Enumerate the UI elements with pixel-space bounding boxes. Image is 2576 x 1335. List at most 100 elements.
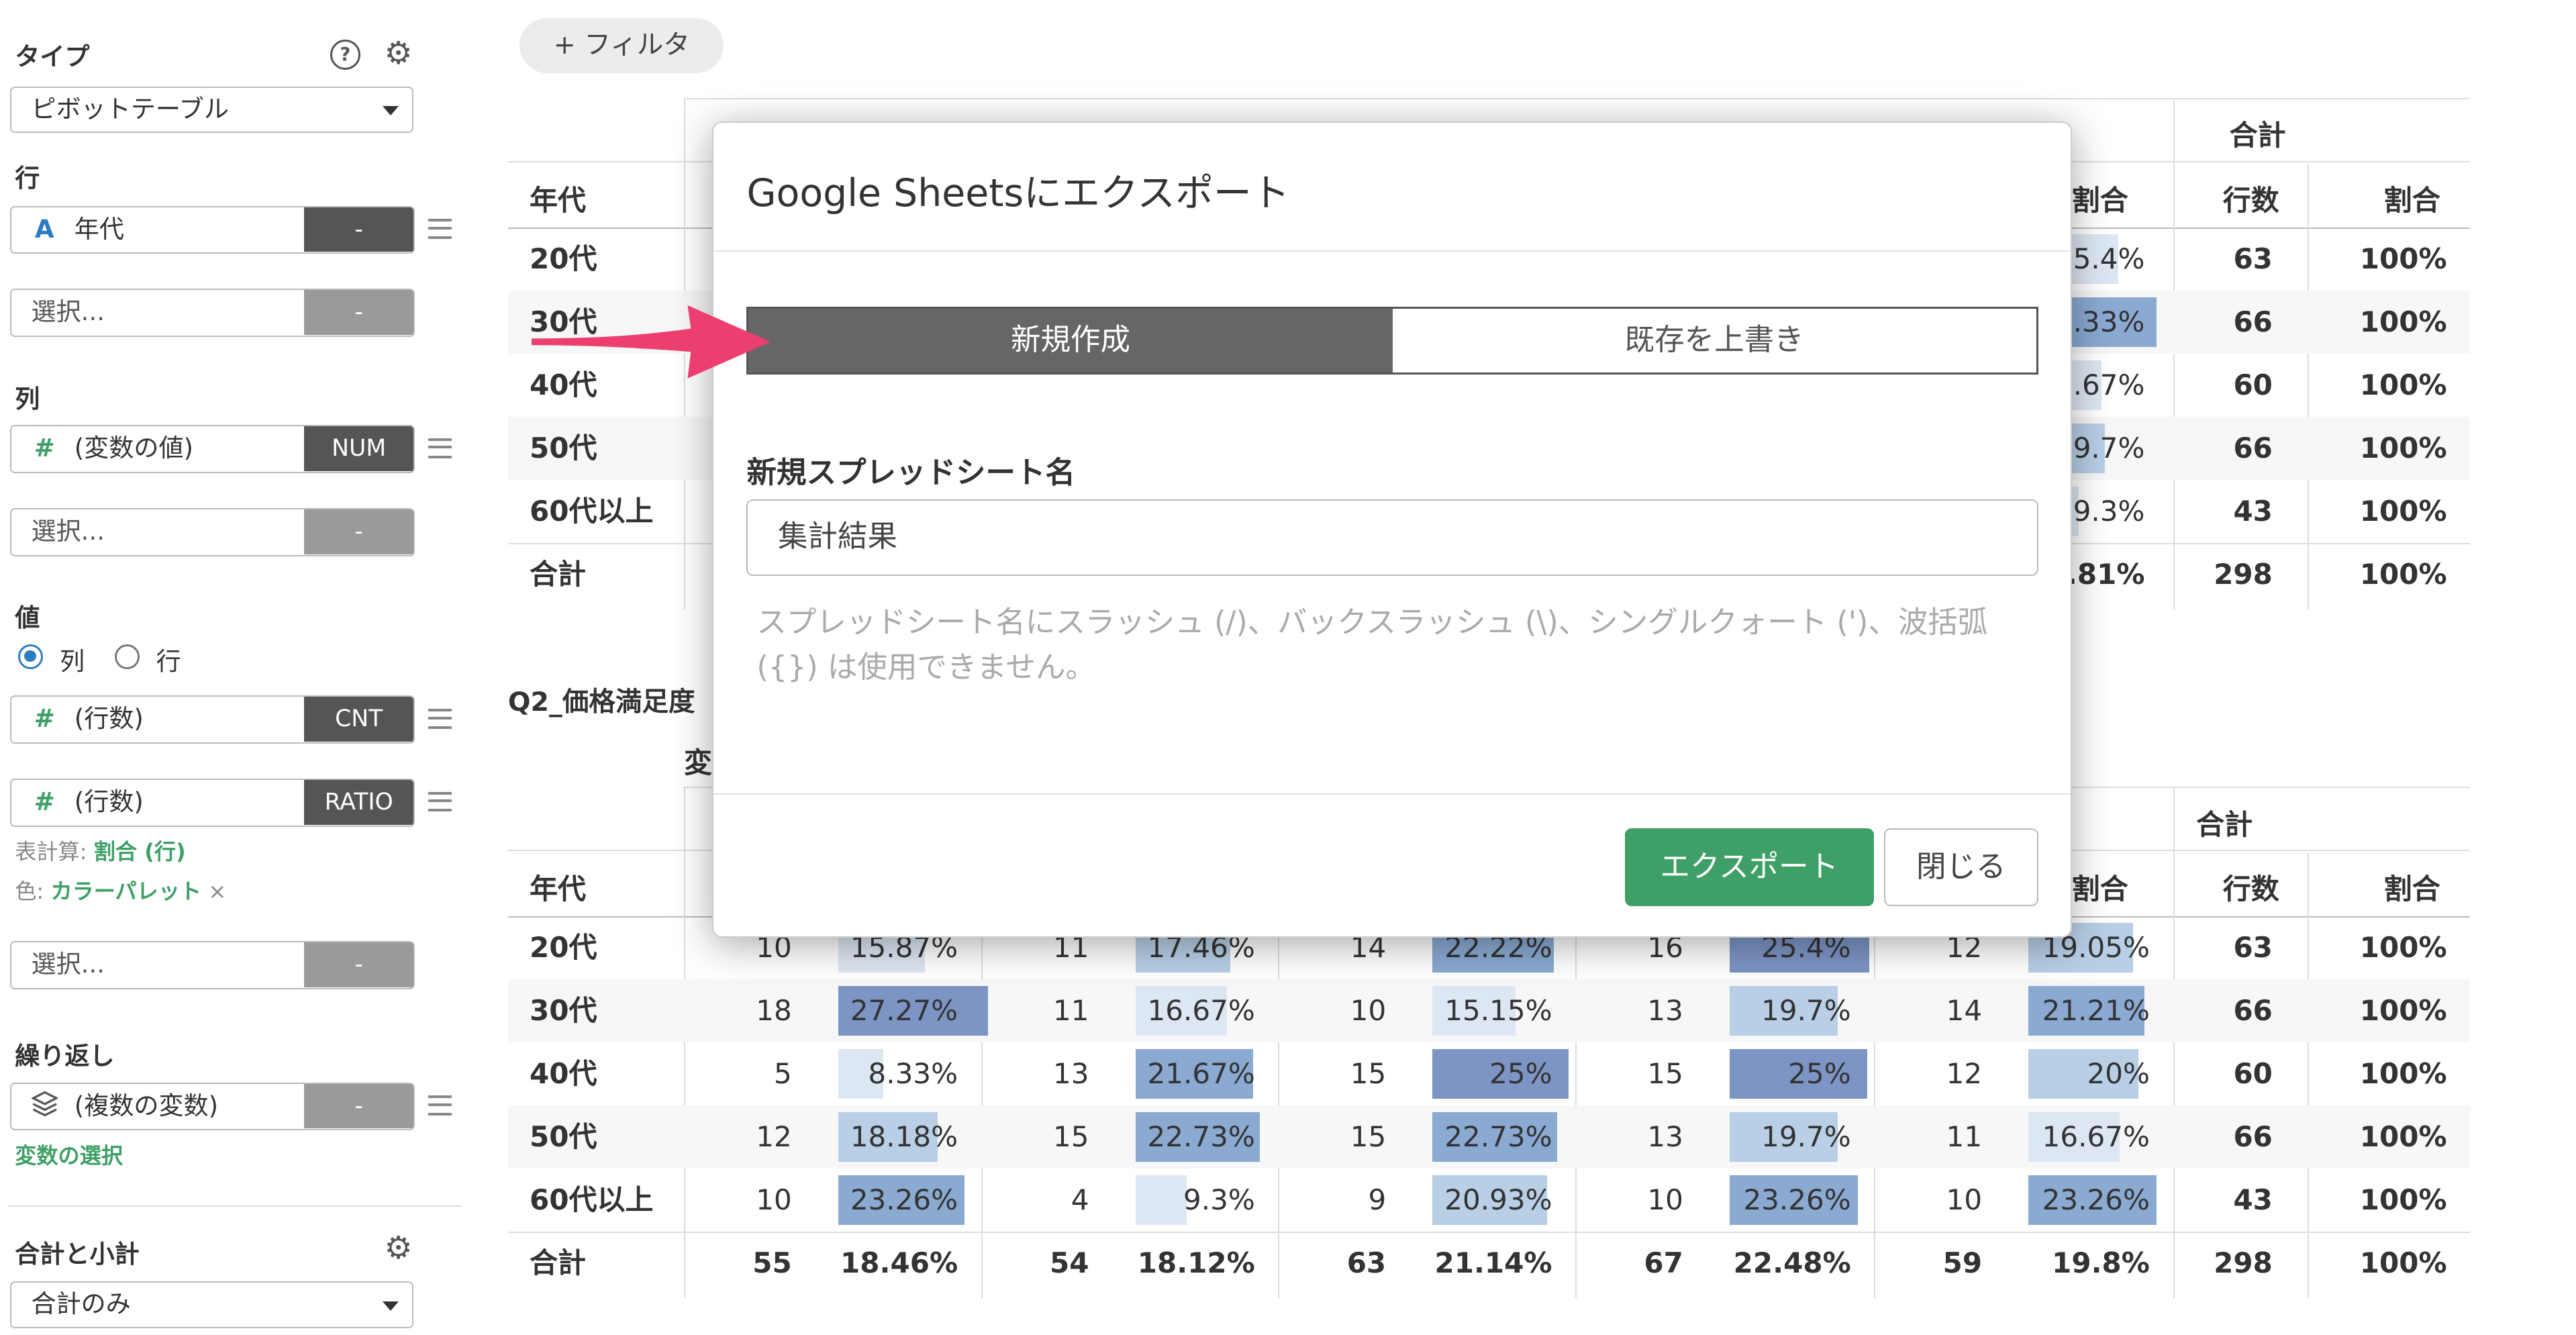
row-field[interactable]: A 年代 - — [9, 205, 415, 254]
total-label: 合計と小計 — [15, 1239, 140, 1269]
table2-variable-label: 変 — [683, 746, 713, 780]
value-field-ratio[interactable]: # (行数) RATIO — [9, 778, 415, 827]
row-field-name: 年代 — [74, 214, 124, 244]
table2-ratio-header: 割合 — [2071, 873, 2128, 906]
spreadsheet-name-input[interactable]: 集計結果 — [746, 499, 2038, 576]
table2-row-header: 年代 — [529, 873, 587, 906]
drag-handle-icon[interactable] — [428, 219, 452, 240]
ratio-cell: 21.21% — [2042, 994, 2150, 1028]
ratio-cell: 8.33% — [868, 1057, 958, 1091]
row-label: 50代 — [529, 431, 597, 464]
calc-note-link[interactable]: 割合 (行) — [94, 839, 186, 864]
total-select[interactable]: 合計のみ — [9, 1281, 413, 1328]
table2-total-header: 合計 — [2196, 807, 2253, 841]
repeat-field-tag[interactable]: - — [304, 1083, 414, 1129]
drag-handle-icon[interactable] — [428, 709, 452, 729]
ratio-cell: 25% — [1788, 1057, 1851, 1091]
radio-row[interactable] — [114, 644, 140, 669]
count-cell: 13 — [1647, 1120, 1683, 1154]
close-button[interactable]: 閉じる — [1883, 828, 2038, 906]
value-select-placeholder: 選択... — [31, 950, 105, 979]
total-count-cell: 43 — [2233, 1183, 2273, 1217]
layers-icon — [30, 1084, 59, 1129]
value-select-tag[interactable]: - — [304, 942, 414, 988]
column-field-tag[interactable]: NUM — [304, 426, 414, 471]
table-row: 50代 12 18.18% 15 22.73% 15 22.73% 13 19.7% 11 16.6… — [507, 1105, 2471, 1169]
count-cell: 12 — [1946, 1057, 1983, 1091]
count-cell: 10 — [1946, 1183, 1983, 1217]
ratio-cell: 18.18% — [850, 1120, 958, 1154]
value-select-field[interactable]: 選択... - — [9, 941, 415, 990]
row-label: 行 — [15, 163, 40, 193]
number-type-icon: # — [34, 434, 55, 463]
count-cell: 10 — [1350, 994, 1387, 1028]
count-cell: 12 — [756, 1120, 792, 1154]
drag-handle-icon[interactable] — [428, 1095, 452, 1116]
ratio-cell: 25% — [1489, 1057, 1552, 1091]
mode-toggle: 新規作成 既存を上書き — [746, 307, 2038, 375]
count-cell: 54 — [1049, 1246, 1089, 1280]
help-icon[interactable]: ? — [329, 38, 362, 71]
drag-handle-icon[interactable] — [428, 438, 452, 458]
chart-type-value: ピボットテーブル — [31, 94, 229, 123]
app-root: タイプ ? ⚙ ピボットテーブル 行 A 年代 - 選択... - 列 # (変数の… — [0, 0, 2576, 1335]
number-type-icon: # — [34, 704, 55, 734]
count-cell: 10 — [1647, 1183, 1683, 1217]
radio-column[interactable] — [18, 644, 44, 669]
drag-handle-icon[interactable] — [428, 791, 452, 812]
add-filter-button[interactable]: + フィルタ — [519, 18, 724, 73]
chevron-down-icon — [383, 105, 399, 115]
total-ratio-cell: 100% — [2359, 557, 2447, 591]
ratio-cell: 20.93% — [1444, 1183, 1552, 1217]
total-ratio-cell: 100% — [2359, 931, 2447, 965]
dialog-header-divider — [713, 250, 2071, 252]
count-cell: 14 — [1946, 994, 1983, 1028]
number-type-icon: # — [34, 787, 55, 816]
count-cell: 18 — [756, 994, 792, 1028]
row-label: 30代 — [529, 994, 597, 1028]
row-label: 合計 — [529, 1246, 587, 1280]
export-button[interactable]: エクスポート — [1624, 828, 1874, 906]
table1-count-header: 行数 — [2222, 183, 2279, 217]
remove-icon[interactable]: × — [208, 879, 226, 904]
calc-note: 表計算: 割合 (行) — [15, 835, 185, 866]
count-cell: 59 — [1942, 1246, 1983, 1280]
row-label: 20代 — [529, 931, 597, 965]
row-select-field[interactable]: 選択... - — [9, 289, 415, 338]
total-count-cell: 298 — [2214, 1246, 2273, 1280]
column-field[interactable]: # (変数の値) NUM — [9, 425, 415, 473]
ratio-cell: 18.46% — [840, 1246, 958, 1280]
count-cell: 11 — [1052, 994, 1089, 1028]
sidebar-divider — [8, 1205, 462, 1207]
value-field-ratio-tag[interactable]: RATIO — [304, 779, 414, 825]
ratio-cell: 27.27% — [850, 994, 958, 1028]
chevron-down-icon — [383, 1301, 399, 1311]
ratio-cell: 21.67% — [1147, 1057, 1255, 1091]
value-field-count-tag[interactable]: CNT — [304, 697, 414, 742]
color-palette-link[interactable]: カラーパレット — [50, 879, 201, 904]
chart-type-select[interactable]: ピボットテーブル — [9, 86, 413, 133]
row-select-tag[interactable]: - — [304, 290, 414, 336]
color-note-prefix: 色: — [15, 879, 44, 905]
column-select-field[interactable]: 選択... - — [9, 507, 415, 556]
ratio-cell: 19.8% — [2052, 1246, 2150, 1280]
ratio-cell: 23.26% — [1743, 1183, 1851, 1217]
ratio-cell: 15.15% — [1444, 994, 1552, 1028]
value-field-count[interactable]: # (行数) CNT — [9, 695, 415, 744]
select-variables-link[interactable]: 変数の選択 — [15, 1139, 123, 1170]
repeat-field[interactable]: (複数の変数) - — [9, 1082, 415, 1131]
row-field-tag[interactable]: - — [304, 207, 414, 252]
tab-new[interactable]: 新規作成 — [748, 309, 1393, 373]
repeat-field-name: (複数の変数) — [74, 1091, 219, 1120]
tab-overwrite[interactable]: 既存を上書き — [1392, 309, 2036, 373]
ratio-cell: 18.12% — [1137, 1246, 1255, 1280]
total-ratio-cell: 100% — [2359, 431, 2447, 464]
ratio-cell: 23.26% — [850, 1183, 958, 1217]
gear-icon[interactable]: ⚙ — [382, 1230, 415, 1267]
column-select-tag[interactable]: - — [304, 509, 414, 554]
total-count-cell: 63 — [2233, 242, 2273, 275]
total-ratio-cell: 100% — [2359, 1246, 2447, 1280]
row-label: 50代 — [529, 1120, 597, 1154]
gear-icon[interactable]: ⚙ — [382, 35, 415, 72]
ratio-cell: 9.3% — [1183, 1183, 1255, 1217]
